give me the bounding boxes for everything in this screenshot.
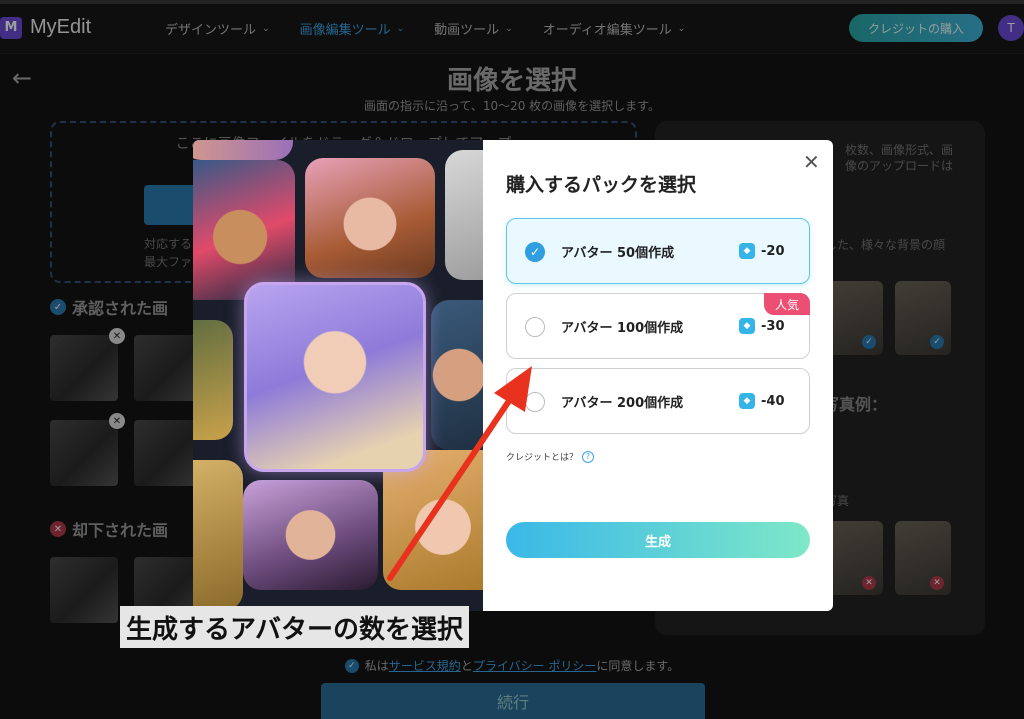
arrow-head xyxy=(494,366,532,412)
annotation-caption: 生成するアバターの数を選択 xyxy=(120,606,469,648)
arrow-shaft xyxy=(387,389,518,581)
